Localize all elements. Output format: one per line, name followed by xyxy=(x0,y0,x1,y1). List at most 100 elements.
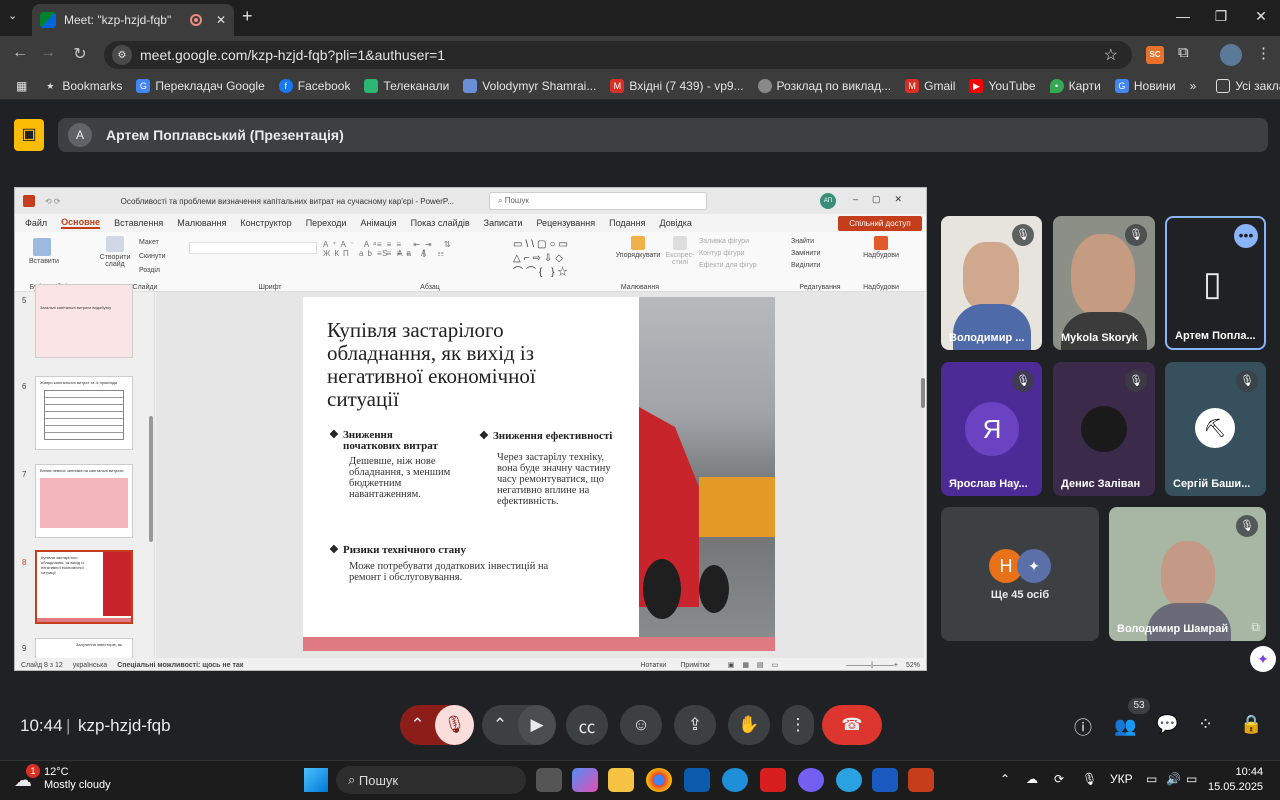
slide-options[interactable]: Макет Скинути Розділ xyxy=(139,236,166,278)
new-tab-button[interactable]: + xyxy=(242,6,253,27)
mic-tray-icon[interactable]: 🎙 xyxy=(1082,772,1097,786)
edge-icon[interactable] xyxy=(722,768,748,792)
copilot-icon[interactable] xyxy=(572,768,598,792)
thumbs-scrollbar[interactable] xyxy=(149,416,153,542)
extensions-icon[interactable]: ⧉ xyxy=(1178,44,1189,61)
more-options-icon[interactable]: ••• xyxy=(1234,224,1258,248)
participant-tile[interactable]: ⛏ 🎙 Сергій Баши... xyxy=(1165,362,1266,496)
camera-icon[interactable]: ▶ xyxy=(518,705,556,745)
battery-icon[interactable]: ▭ xyxy=(1186,772,1197,786)
info-icon[interactable]: ⓘ xyxy=(1074,714,1092,740)
leave-call-button[interactable]: ☎ xyxy=(822,705,882,745)
forward-button[interactable]: → xyxy=(36,44,60,62)
weather-widget[interactable]: 12°C Mostly cloudy xyxy=(44,766,111,792)
pip-icon[interactable]: ⧉ xyxy=(1251,620,1260,635)
acrobat-icon[interactable] xyxy=(760,768,786,792)
more-options-button[interactable]: ⋮ xyxy=(782,705,814,745)
tab-view[interactable]: Подання xyxy=(609,218,645,228)
autosave-icon[interactable]: ⟲ ⟳ xyxy=(45,197,61,206)
minimize-button[interactable]: — xyxy=(1168,8,1198,24)
bookmark-item[interactable]: Volodymyr Shamrai... xyxy=(463,78,596,93)
tab-record[interactable]: Записати xyxy=(484,218,523,228)
back-button[interactable]: ← xyxy=(8,44,32,62)
powerpoint-icon[interactable] xyxy=(908,768,934,792)
zoom-slider[interactable]: –———|———+ xyxy=(846,662,898,669)
input-language[interactable]: УКР xyxy=(1110,772,1133,786)
bookmark-item[interactable]: G Перекладач Google xyxy=(136,78,265,93)
chevron-up-icon[interactable]: ⌃ xyxy=(400,715,435,735)
bookmark-item[interactable]: G Новини xyxy=(1114,78,1176,93)
tab-slideshow[interactable]: Показ слайдів xyxy=(411,218,470,228)
close-window-button[interactable]: ✕ xyxy=(1246,8,1276,25)
arrange-button[interactable]: Упорядкувати xyxy=(613,236,663,259)
activities-icon[interactable]: ⁘ xyxy=(1198,714,1213,735)
telegram-icon[interactable] xyxy=(836,768,862,792)
thumbnail-slide-5[interactable]: Загальні капітальні витрати видобутку xyxy=(35,284,133,358)
close-tab-icon[interactable]: ✕ xyxy=(216,13,226,27)
thumbnail-slide-7[interactable]: Вплив певних чинників на капітальні витр… xyxy=(35,464,133,538)
bookmark-star-icon[interactable]: ☆ xyxy=(1104,45,1118,65)
network-icon[interactable]: ▭ xyxy=(1146,772,1157,786)
participant-tile[interactable]: 🎙 Володимир ... xyxy=(941,216,1042,350)
current-slide[interactable]: Купівля застарілого обладнання, як вихід… xyxy=(303,297,775,651)
reactions-button[interactable]: ☺ xyxy=(620,705,662,745)
bookmark-item[interactable]: • Карти xyxy=(1049,78,1101,93)
participant-tile[interactable]: Я 🎙 Ярослав Нау... xyxy=(941,362,1042,496)
all-bookmarks[interactable]: Усі закладки xyxy=(1216,78,1280,93)
bookmark-item[interactable]: f Facebook xyxy=(278,78,350,93)
more-bookmarks-icon[interactable]: » xyxy=(1190,79,1197,93)
participant-tile[interactable]: 🎙 ⧉ Володимир Шамрай xyxy=(1109,507,1266,641)
onedrive-icon[interactable]: ☁ xyxy=(1026,772,1038,786)
language[interactable]: українська xyxy=(73,662,107,669)
slide-thumbnails-pane[interactable]: 5 Загальні капітальні витрати видобутку … xyxy=(15,284,155,670)
tab-design[interactable]: Конструктор xyxy=(240,218,291,228)
taskbar-search[interactable]: ⌕ Пошук xyxy=(336,766,526,794)
quick-styles-button[interactable]: Експрес-стилі xyxy=(663,236,697,266)
tab-draw[interactable]: Малювання xyxy=(177,218,226,228)
captions-button[interactable]: ㏄ xyxy=(566,705,608,745)
tab-animations[interactable]: Анімація xyxy=(360,218,396,228)
task-view-icon[interactable] xyxy=(536,768,562,792)
browser-menu-icon[interactable]: ⋮ xyxy=(1256,44,1271,62)
word-icon[interactable] xyxy=(872,768,898,792)
camera-button[interactable]: ⌃ ▶ xyxy=(482,705,556,745)
tab-search-icon[interactable]: ⌄ xyxy=(8,9,17,22)
tab-file[interactable]: Файл xyxy=(25,218,47,228)
addins-button[interactable]: Надбудови xyxy=(861,236,901,259)
participant-tile[interactable]: 🎙 Денис Заліван xyxy=(1053,362,1155,496)
zoom-level[interactable]: 52% xyxy=(906,662,920,669)
paragraph-controls[interactable]: ≡≡≡ ⇤⇥ ⇅ ≡≡≡≡ ⫿ ☷ xyxy=(377,240,456,259)
paste-button[interactable]: Вставити xyxy=(29,238,59,265)
tray-overflow-icon[interactable]: ⌃ xyxy=(1000,772,1010,786)
chat-icon[interactable]: 💬 xyxy=(1156,714,1178,735)
notes-button[interactable]: Нотатки xyxy=(640,662,666,669)
mic-off-icon[interactable]: 🎙 xyxy=(435,705,474,745)
shapes-gallery[interactable]: ▭\\▢○▭ △⌐⇨⇩◇ ⌒⌒{ }☆ xyxy=(513,238,571,280)
tab-help[interactable]: Довідка xyxy=(659,218,691,228)
reload-button[interactable]: ↻ xyxy=(68,44,92,64)
ppt-user-avatar[interactable]: АП xyxy=(820,193,836,209)
view-buttons[interactable]: ▣▦▤▭ xyxy=(728,661,786,669)
slide-scrollbar[interactable] xyxy=(921,378,925,408)
address-bar[interactable]: ⚙ meet.google.com/kzp-hzjd-fqb?pli=1&aut… xyxy=(104,41,1132,69)
file-explorer-icon[interactable] xyxy=(608,768,634,792)
stop-presenting-icon[interactable]: ▣ xyxy=(14,119,44,151)
comments-button[interactable]: Примітки xyxy=(680,662,709,669)
people-icon[interactable]: 👥 xyxy=(1114,716,1136,737)
share-button[interactable]: Спільний доступ xyxy=(838,216,922,231)
thumbnail-slide-6[interactable]: Жанри капітальних витрат та їх приклади xyxy=(35,376,133,450)
tab-home[interactable]: Основне xyxy=(61,217,101,229)
tab-transitions[interactable]: Переходи xyxy=(306,218,347,228)
bookmark-item[interactable]: ▶ YouTube xyxy=(969,78,1036,93)
ppt-search-input[interactable]: ⌕ Пошук xyxy=(489,192,707,210)
ppt-window-controls[interactable]: –▢✕ xyxy=(853,194,916,205)
site-info-icon[interactable]: ⚙ xyxy=(112,45,132,65)
host-controls-icon[interactable]: 🔒 xyxy=(1240,714,1262,735)
participant-tile-presenter[interactable]: ▯ ••• Артем Попла... xyxy=(1165,216,1266,350)
more-participants-tile[interactable]: Н ✦ Ще 45 осіб xyxy=(941,507,1099,641)
bookmark-item[interactable]: Розклад по виклад... xyxy=(757,78,891,93)
gemini-icon[interactable]: ✦ xyxy=(1250,646,1276,672)
font-name-select[interactable] xyxy=(189,242,317,254)
tab-review[interactable]: Рецензування xyxy=(536,218,595,228)
participant-tile[interactable]: 🎙 Mykola Skoryk xyxy=(1053,216,1155,350)
